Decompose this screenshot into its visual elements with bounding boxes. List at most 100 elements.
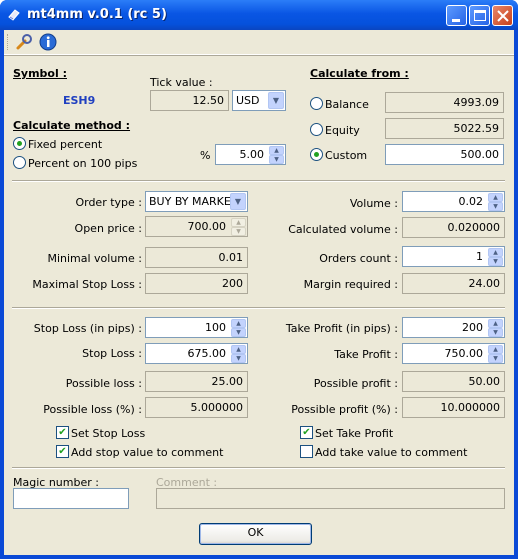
calculate-from-heading: Calculate from : bbox=[310, 67, 409, 80]
balance-radio[interactable] bbox=[310, 97, 323, 110]
order-type-label: Order type : bbox=[75, 196, 142, 209]
stop-loss-pips-value: 100 bbox=[205, 321, 226, 334]
take-profit-stepper[interactable]: 750.00 ▲ ▼ bbox=[402, 343, 505, 364]
volume-label: Volume : bbox=[349, 197, 398, 210]
spin-up-icon[interactable]: ▲ bbox=[488, 248, 503, 257]
magic-number-input[interactable] bbox=[13, 488, 129, 509]
balance-field: 4993.09 bbox=[385, 92, 504, 113]
window-title: mt4mm v.0.1 (rc 5) bbox=[27, 7, 167, 22]
orders-count-value: 1 bbox=[476, 250, 483, 263]
equity-radio[interactable] bbox=[310, 123, 323, 136]
spin-up-icon[interactable]: ▲ bbox=[231, 345, 246, 354]
minimal-volume-label: Minimal volume : bbox=[47, 252, 142, 265]
add-take-comment-checkbox[interactable] bbox=[300, 445, 313, 458]
order-type-value: BUY BY MARKET bbox=[149, 195, 238, 208]
add-stop-comment-label: Add stop value to comment bbox=[71, 446, 224, 459]
orders-count-stepper[interactable]: 1 ▲ ▼ bbox=[402, 246, 505, 267]
volume-stepper[interactable]: 0.02 ▲ ▼ bbox=[402, 191, 505, 212]
order-type-select[interactable]: BUY BY MARKET ▼ bbox=[145, 191, 248, 212]
separator bbox=[12, 307, 505, 309]
take-profit-label: Take Profit : bbox=[334, 348, 398, 361]
close-icon bbox=[497, 10, 509, 22]
take-profit-pips-label: Take Profit (in pips) : bbox=[285, 322, 398, 335]
calculated-volume-label: Calculated volume : bbox=[288, 223, 398, 236]
add-stop-comment-checkbox[interactable]: ✔ bbox=[56, 445, 69, 458]
separator bbox=[12, 180, 505, 182]
spin-down-icon[interactable]: ▼ bbox=[231, 354, 246, 363]
app-icon bbox=[8, 9, 20, 21]
spin-up-icon[interactable]: ▲ bbox=[269, 146, 284, 155]
minimize-icon bbox=[452, 19, 460, 22]
tick-value-label: Tick value : bbox=[150, 76, 213, 89]
equity-field: 5022.59 bbox=[385, 118, 504, 139]
possible-profit-label: Possible profit : bbox=[313, 377, 398, 390]
maximize-button[interactable] bbox=[469, 5, 490, 26]
spin-up-icon[interactable]: ▲ bbox=[231, 319, 246, 328]
custom-label: Custom bbox=[325, 149, 368, 162]
maximal-stop-loss-label: Maximal Stop Loss : bbox=[32, 278, 142, 291]
set-take-profit-checkbox[interactable]: ✔ bbox=[300, 426, 313, 439]
wrench-icon[interactable] bbox=[15, 33, 33, 51]
percent-100-pips-label: Percent on 100 pips bbox=[28, 157, 138, 170]
open-price-value: 700.00 bbox=[187, 220, 227, 233]
symbol-heading: Symbol : bbox=[13, 67, 67, 80]
add-take-comment-label: Add take value to comment bbox=[315, 446, 468, 459]
possible-loss-pct-label: Possible loss (%) : bbox=[43, 403, 142, 416]
spin-down-icon[interactable]: ▼ bbox=[231, 227, 246, 236]
title-bar[interactable]: mt4mm v.0.1 (rc 5) bbox=[0, 0, 518, 30]
close-button[interactable] bbox=[492, 5, 513, 26]
minimal-volume-field: 0.01 bbox=[145, 247, 248, 268]
minimize-button[interactable] bbox=[446, 5, 467, 26]
spin-up-icon[interactable]: ▲ bbox=[231, 218, 246, 227]
chevron-down-icon: ▼ bbox=[268, 92, 284, 109]
spin-down-icon[interactable]: ▼ bbox=[488, 354, 503, 363]
spin-up-icon[interactable]: ▲ bbox=[488, 193, 503, 202]
take-profit-value: 750.00 bbox=[444, 347, 484, 360]
stop-loss-value: 675.00 bbox=[187, 347, 227, 360]
tick-value-field: 12.50 bbox=[150, 90, 229, 111]
percent-100-pips-radio[interactable] bbox=[13, 156, 26, 169]
spin-down-icon[interactable]: ▼ bbox=[488, 257, 503, 266]
possible-profit-pct-field: 10.000000 bbox=[402, 397, 505, 418]
custom-radio[interactable] bbox=[310, 148, 323, 161]
margin-required-field: 24.00 bbox=[402, 273, 505, 294]
custom-amount-input[interactable]: 500.00 bbox=[385, 144, 504, 165]
stop-loss-pips-stepper[interactable]: 100 ▲ ▼ bbox=[145, 317, 248, 338]
percent-value: 5.00 bbox=[239, 148, 265, 161]
currency-select[interactable]: USD ▼ bbox=[232, 90, 286, 111]
ok-button[interactable]: OK bbox=[199, 523, 312, 545]
set-stop-loss-checkbox[interactable]: ✔ bbox=[56, 426, 69, 439]
open-price-stepper[interactable]: 700.00 ▲ ▼ bbox=[145, 216, 248, 237]
spin-down-icon[interactable]: ▼ bbox=[269, 155, 284, 164]
take-profit-pips-stepper[interactable]: 200 ▲ ▼ bbox=[402, 317, 505, 338]
possible-loss-pct-field: 5.000000 bbox=[145, 397, 248, 418]
stop-loss-label: Stop Loss : bbox=[82, 347, 142, 360]
spin-up-icon[interactable]: ▲ bbox=[488, 345, 503, 354]
possible-profit-pct-label: Possible profit (%) : bbox=[291, 403, 398, 416]
orders-count-label: Orders count : bbox=[319, 252, 398, 265]
client-area: Symbol : ESH9 Tick value : 12.50 USD ▼ C… bbox=[4, 30, 514, 555]
volume-value: 0.02 bbox=[458, 195, 484, 208]
separator bbox=[12, 467, 505, 469]
take-profit-pips-value: 200 bbox=[462, 321, 483, 334]
info-icon[interactable] bbox=[39, 33, 57, 51]
chevron-down-icon: ▼ bbox=[230, 193, 246, 210]
maximize-icon bbox=[474, 10, 486, 21]
app-window: mt4mm v.0.1 (rc 5) Symbol : ESH9 Tick va… bbox=[0, 0, 518, 559]
fixed-percent-radio[interactable] bbox=[13, 137, 26, 150]
currency-value: USD bbox=[236, 94, 260, 107]
comment-input[interactable] bbox=[156, 488, 505, 509]
maximal-stop-loss-field: 200 bbox=[145, 273, 248, 294]
percent-stepper[interactable]: 5.00 ▲ ▼ bbox=[215, 144, 286, 165]
margin-required-label: Margin required : bbox=[303, 278, 398, 291]
spin-down-icon[interactable]: ▼ bbox=[231, 328, 246, 337]
spin-up-icon[interactable]: ▲ bbox=[488, 319, 503, 328]
spin-down-icon[interactable]: ▼ bbox=[488, 328, 503, 337]
calculated-volume-field: 0.020000 bbox=[402, 217, 505, 238]
stop-loss-pips-label: Stop Loss (in pips) : bbox=[33, 322, 142, 335]
percent-sign-label: % bbox=[200, 149, 211, 162]
toolbar bbox=[4, 30, 514, 55]
stop-loss-stepper[interactable]: 675.00 ▲ ▼ bbox=[145, 343, 248, 364]
spin-down-icon[interactable]: ▼ bbox=[488, 202, 503, 211]
symbol-value: ESH9 bbox=[63, 94, 96, 107]
